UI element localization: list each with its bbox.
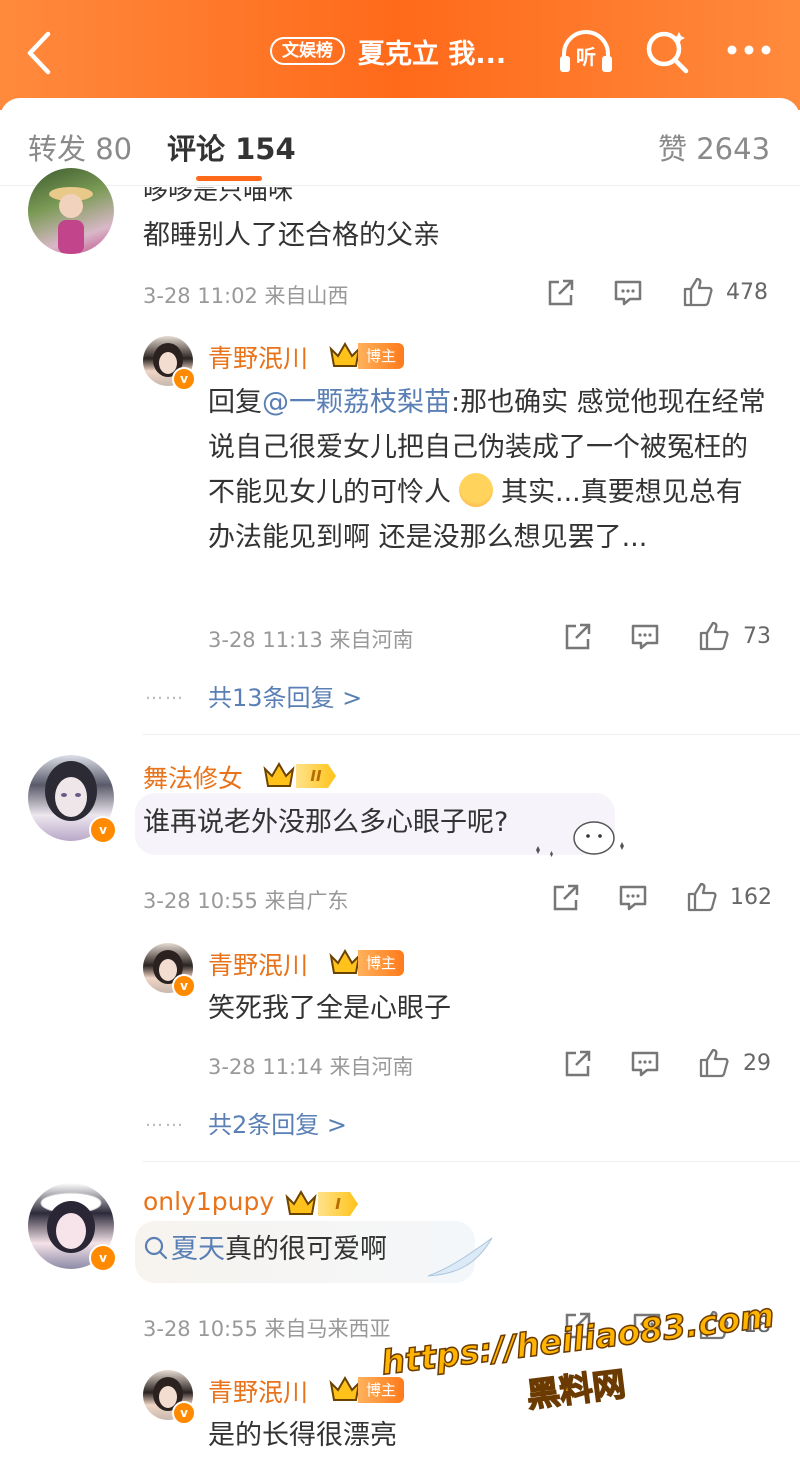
page-title: 夏克立 我... — [358, 39, 507, 70]
comment-icon[interactable] — [618, 884, 648, 912]
like-icon[interactable] — [698, 1047, 730, 1079]
like-icon[interactable] — [682, 276, 714, 308]
tab-bar: 转发 80 评论 154 赞 2643 — [0, 98, 800, 186]
more-replies-dots: …… — [145, 1110, 185, 1131]
comment-icon[interactable] — [630, 1050, 660, 1078]
blush-emoji-icon — [459, 473, 493, 507]
comment-time: 3-28 11:02 来自山西 — [143, 284, 349, 308]
reply-author[interactable]: 青野泯川 — [208, 946, 308, 982]
tab-active-indicator — [196, 176, 262, 181]
top-bar: 文娱榜 夏克立 我... 听 — [0, 0, 800, 110]
search-term-icon — [144, 1236, 168, 1260]
share-icon[interactable] — [550, 883, 580, 913]
search-icon[interactable] — [643, 28, 691, 76]
comment-icon[interactable] — [630, 623, 660, 651]
cute-bear-sticker-icon — [536, 821, 624, 857]
blogger-tag: 博主 — [358, 950, 405, 976]
tab-repost[interactable]: 转发 80 — [28, 126, 132, 168]
like-count: 162 — [730, 885, 772, 910]
comment-text: 夏天真的很可爱啊 — [143, 1227, 387, 1272]
like-icon[interactable] — [686, 881, 718, 913]
svg-text:听: 听 — [576, 45, 596, 69]
reply-text: 是的长得很漂亮 — [208, 1420, 397, 1451]
reply-author[interactable]: 青野泯川 — [208, 339, 308, 375]
crown-icon — [329, 342, 361, 367]
like-icon[interactable] — [698, 620, 730, 652]
comment-author[interactable]: 哆哆是只喵咪 — [143, 187, 293, 207]
verified-badge-icon: v — [89, 816, 117, 844]
share-icon[interactable] — [562, 1049, 592, 1079]
hot-list-badge[interactable]: 文娱榜 — [270, 37, 345, 65]
comment-time: 3-28 10:55 来自广东 — [143, 889, 349, 913]
comment-text: 谁再说老外没那么多心眼子呢? — [143, 807, 509, 838]
listen-headphones-icon[interactable]: 听 — [558, 28, 614, 76]
avatar-figure-icon — [49, 187, 93, 254]
share-icon[interactable] — [545, 278, 575, 308]
tab-like[interactable]: 赞 2643 — [658, 126, 770, 168]
crown-icon — [263, 762, 295, 787]
more-replies-link[interactable]: 共2条回复 > — [208, 1105, 347, 1140]
verified-badge-icon: v — [172, 367, 196, 391]
comment-author[interactable]: only1pupy — [143, 1187, 274, 1216]
verified-badge-icon: v — [172, 974, 196, 998]
blogger-tag: 博主 — [358, 343, 405, 369]
search-term-link[interactable]: 夏天 — [171, 1234, 225, 1265]
like-count: 73 — [743, 624, 771, 649]
reply-time: 3-28 11:13 来自河南 — [208, 628, 414, 652]
comment-author[interactable]: 舞法修女 — [143, 759, 243, 795]
like-count: 29 — [743, 1051, 771, 1076]
crown-icon — [329, 1376, 361, 1401]
comment-text: 都睡别人了还合格的父亲 — [143, 220, 440, 251]
share-icon[interactable] — [562, 622, 592, 652]
reply-time: 3-28 11:14 来自河南 — [208, 1055, 414, 1079]
divider — [143, 734, 800, 735]
verified-badge-icon: v — [172, 1401, 196, 1425]
like-count: 478 — [726, 280, 768, 305]
verified-badge-icon: v — [89, 1244, 117, 1272]
reply-text: 笑死我了全是心眼子 — [208, 993, 451, 1024]
back-arrow-icon[interactable] — [20, 28, 60, 78]
mention-link[interactable]: @一颗荔枝梨苗 — [262, 387, 451, 418]
tab-comment[interactable]: 评论 154 — [167, 126, 296, 168]
feather-sticker-icon — [427, 1237, 493, 1277]
avatar[interactable] — [28, 168, 114, 254]
more-replies-dots: …… — [145, 683, 185, 704]
level-tag: II — [296, 764, 336, 788]
reply-author[interactable]: 青野泯川 — [208, 1373, 308, 1409]
reply-text: 回复@一颗荔枝梨苗:那也确实 感觉他现在经常说自己很爱女儿把自己伪装成了一个被冤… — [208, 387, 766, 553]
crown-icon — [329, 949, 361, 974]
crown-icon — [285, 1190, 317, 1215]
level-tag: I — [318, 1192, 358, 1216]
more-icon[interactable] — [726, 44, 772, 56]
divider — [143, 1161, 800, 1162]
comment-icon[interactable] — [613, 279, 643, 307]
comment-time: 3-28 10:55 来自马来西亚 — [143, 1317, 391, 1341]
more-replies-link[interactable]: 共13条回复 > — [208, 678, 362, 713]
